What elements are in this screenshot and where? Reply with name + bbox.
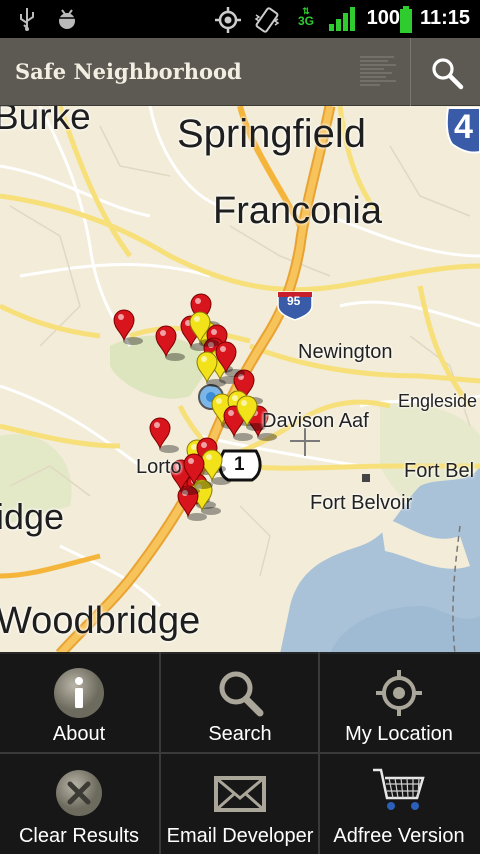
menu-label-clear-results: Clear Results xyxy=(18,825,140,847)
place-franconia: Franconia xyxy=(213,190,382,232)
map-base xyxy=(0,106,480,654)
app-bar: Safe Neighborhood xyxy=(0,38,480,106)
menu-item-email-developer[interactable]: Email Developer xyxy=(161,754,319,854)
app-title: Safe Neighborhood xyxy=(15,59,242,84)
app-screen: { "status_bar": { "time": "11:15", "batt… xyxy=(0,0,480,854)
place-springfield: Springfield xyxy=(177,112,367,156)
place-burke: Burke xyxy=(0,106,91,137)
map-marker-red[interactable] xyxy=(113,309,143,345)
crosshair-icon xyxy=(376,670,422,716)
place-fort-bel: Fort Bel xyxy=(404,460,475,482)
shield-label-4: 4 xyxy=(454,108,473,146)
clock: 11:15 xyxy=(419,7,470,29)
app-bar-decoration xyxy=(360,56,396,86)
menu-label-adfree-version: Adfree Version xyxy=(333,825,465,847)
network-icon: ⇅ 3G xyxy=(297,6,314,28)
menu-item-about[interactable]: About xyxy=(0,652,158,752)
place-woodbridge: Woodbridge xyxy=(0,600,201,642)
menu-label-search: Search xyxy=(208,723,272,745)
menu-label-my-location: My Location xyxy=(345,723,453,745)
clear-icon xyxy=(56,770,102,816)
gps-icon xyxy=(215,7,241,33)
crime-markers xyxy=(113,293,277,521)
status-bar: ⇅ 3G 100 11:15 xyxy=(0,0,480,38)
menu-label-email-developer: Email Developer xyxy=(166,825,314,847)
map-marker-red[interactable] xyxy=(149,417,179,453)
menu-item-adfree-version[interactable]: Adfree Version xyxy=(320,754,478,854)
battery-icon xyxy=(400,6,412,33)
place-bridge: idge xyxy=(0,496,65,537)
place-davison: Davison Aaf xyxy=(262,410,369,432)
search-icon xyxy=(219,671,264,717)
cart-icon xyxy=(373,768,425,810)
info-icon xyxy=(54,668,104,718)
place-fort-belvoir: Fort Belvoir xyxy=(310,492,413,514)
signal-icon xyxy=(329,7,355,31)
options-menu: About Search My Location Clear Results E… xyxy=(0,652,480,854)
debug-icon xyxy=(59,9,75,29)
shield-label-1: 1 xyxy=(234,454,245,475)
menu-item-search[interactable]: Search xyxy=(161,652,319,752)
battery-level: 100 xyxy=(366,7,400,29)
search-icon[interactable] xyxy=(430,56,464,90)
map-view[interactable]: 95 1 4 Burke Springfield Franconia Newin… xyxy=(0,106,480,654)
app-bar-divider xyxy=(410,38,411,106)
usb-icon xyxy=(20,8,34,31)
shield-label-95: 95 xyxy=(287,294,301,308)
vibrate-icon xyxy=(254,7,280,33)
place-newington: Newington xyxy=(298,341,393,363)
menu-item-clear-results[interactable]: Clear Results xyxy=(0,754,158,854)
network-type: 3G xyxy=(297,14,314,28)
email-icon xyxy=(214,776,266,812)
menu-label-about: About xyxy=(52,723,106,745)
menu-item-my-location[interactable]: My Location xyxy=(320,652,478,752)
place-engleside: Engleside xyxy=(398,391,478,411)
place-lorton: Lorto xyxy=(136,456,182,478)
